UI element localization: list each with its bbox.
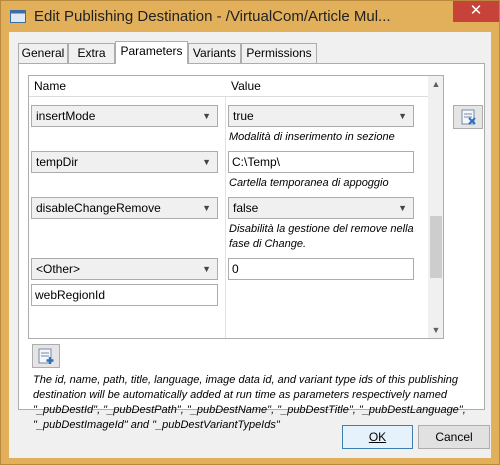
parameters-grid: Name Value insertMode ▼ true ▼ Modalità … xyxy=(28,75,444,339)
other-name-input[interactable]: webRegionId xyxy=(31,284,218,306)
param-name-value: disableChangeRemove xyxy=(36,201,161,215)
param-value-select[interactable]: false ▼ xyxy=(228,197,414,219)
chevron-down-icon: ▼ xyxy=(202,264,211,274)
remove-parameter-button[interactable] xyxy=(453,105,483,129)
remove-parameter-icon xyxy=(454,109,482,131)
param-value-input[interactable]: 0 xyxy=(228,258,414,280)
parameters-panel: Name Value insertMode ▼ true ▼ Modalità … xyxy=(18,63,485,431)
ok-button[interactable]: OK xyxy=(342,425,413,449)
window-icon xyxy=(10,9,26,24)
param-description: Modalità di inserimento in sezione xyxy=(229,131,395,143)
ok-button-label: OK xyxy=(368,430,387,444)
param-name-value: tempDir xyxy=(36,155,79,169)
grid-scrollbar[interactable]: ▲ ▼ xyxy=(428,76,443,338)
column-header-value[interactable]: Value xyxy=(226,76,428,97)
chevron-down-icon: ▼ xyxy=(202,203,211,213)
param-value-select[interactable]: true ▼ xyxy=(228,105,414,127)
chevron-down-icon: ▼ xyxy=(202,157,211,167)
chevron-down-icon: ▼ xyxy=(202,111,211,121)
scroll-thumb[interactable] xyxy=(430,216,442,278)
tab-general[interactable]: General xyxy=(18,43,68,63)
chevron-down-icon: ▼ xyxy=(398,111,407,121)
title-bar[interactable]: Edit Publishing Destination - /VirtualCo… xyxy=(1,1,499,33)
scroll-up-icon[interactable]: ▲ xyxy=(428,76,443,92)
add-parameter-button[interactable] xyxy=(32,344,60,368)
tab-extra[interactable]: Extra xyxy=(68,43,115,63)
cancel-button[interactable]: Cancel xyxy=(418,425,490,449)
tab-permissions[interactable]: Permissions xyxy=(241,43,317,63)
param-name-select[interactable]: disableChangeRemove ▼ xyxy=(31,197,218,219)
column-separator xyxy=(225,76,226,338)
tab-parameters[interactable]: Parameters xyxy=(115,41,188,64)
scroll-down-icon[interactable]: ▼ xyxy=(428,322,443,338)
close-button[interactable]: ✕ xyxy=(453,1,499,22)
param-name-select[interactable]: tempDir ▼ xyxy=(31,151,218,173)
parameters-info-text: The id, name, path, title, language, ima… xyxy=(33,374,466,431)
add-parameter-icon xyxy=(33,348,59,370)
window-title: Edit Publishing Destination - /VirtualCo… xyxy=(34,8,391,25)
param-value-text: false xyxy=(233,201,259,215)
param-value-input[interactable]: C:\Temp\ xyxy=(228,151,414,173)
param-description: Cartella temporanea di appoggio xyxy=(229,177,389,189)
dialog-window: Edit Publishing Destination - /VirtualCo… xyxy=(0,0,500,465)
param-description: Disabilità la gestione del remove nella … xyxy=(229,223,414,250)
column-header-name[interactable]: Name xyxy=(29,76,226,97)
param-name-value: <Other> xyxy=(36,262,81,276)
tab-variants[interactable]: Variants xyxy=(188,43,241,63)
param-name-select[interactable]: insertMode ▼ xyxy=(31,105,218,127)
param-name-select[interactable]: <Other> ▼ xyxy=(31,258,218,280)
param-value-text: true xyxy=(233,109,254,123)
param-name-value: insertMode xyxy=(36,109,96,123)
chevron-down-icon: ▼ xyxy=(398,203,407,213)
dialog-client: General Extra Parameters Variants Permis… xyxy=(9,32,491,458)
